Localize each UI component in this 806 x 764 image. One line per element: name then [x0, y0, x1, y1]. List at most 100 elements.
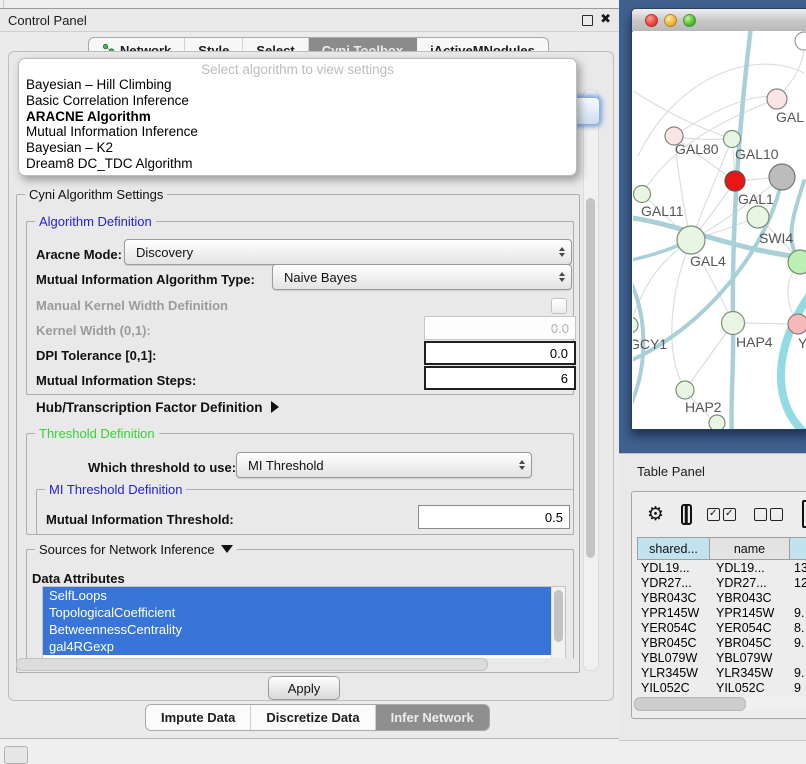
network-edge[interactable] — [672, 240, 691, 390]
table-row[interactable]: YLR345WYLR345W9. — [637, 666, 806, 681]
table-cell[interactable]: 13 — [791, 561, 806, 575]
table-row[interactable]: YBR043CYBR043C — [637, 590, 806, 605]
node-GAL11[interactable] — [634, 186, 651, 203]
network-view-window[interactable]: GALGAL80GAL10GAL1GAL11GAL4SWI4GCY1HAP4YH… — [631, 8, 806, 430]
node-GAL1[interactable] — [747, 206, 769, 228]
dpi-tolerance-field[interactable]: 0.0 — [424, 341, 576, 365]
table-cell[interactable]: 8. — [791, 621, 804, 635]
table-cell[interactable]: YLR345W — [637, 666, 712, 680]
hide-columns-icon[interactable] — [754, 508, 786, 521]
close-traffic-light-icon[interactable] — [645, 14, 658, 27]
algorithm-option[interactable]: Dream8 DC_TDC Algorithm — [19, 156, 576, 172]
table-cell[interactable]: YBR045C — [637, 636, 712, 650]
network-edge[interactable] — [674, 97, 777, 136]
table-cell[interactable]: YPR145W — [712, 606, 791, 620]
table-cell[interactable]: YBR045C — [712, 636, 791, 650]
which-threshold-select[interactable]: MI Threshold — [236, 452, 532, 478]
table-cell[interactable]: YBL079W — [637, 651, 712, 665]
apply-button[interactable]: Apply — [268, 676, 340, 700]
table-cell[interactable]: YPR145W — [637, 606, 712, 620]
attributes-list-scrollbar[interactable] — [551, 587, 565, 659]
data-attributes-list[interactable]: SelfLoopsTopologicalCoefficientBetweenne… — [42, 586, 566, 660]
table-cell[interactable]: YIL052C — [637, 681, 712, 695]
node-HAP2[interactable] — [676, 381, 694, 399]
network-edge[interactable] — [781, 293, 806, 429]
algorithm-popup-items: Bayesian – Hill ClimbingBasic Correlatio… — [19, 77, 576, 172]
table-row[interactable]: YPR145WYPR145W9. — [637, 605, 806, 620]
tab-infer-network[interactable]: Infer Network — [376, 705, 489, 730]
zoom-traffic-light-icon[interactable] — [683, 14, 696, 27]
algorithm-option[interactable]: Bayesian – K2 — [19, 140, 576, 156]
table-row[interactable]: YBR045CYBR045C9. — [637, 635, 806, 650]
settings-horizontal-scrollbar[interactable] — [16, 658, 578, 670]
kernel-width-field[interactable]: 0.0 — [424, 316, 576, 340]
settings-vertical-scrollbar[interactable] — [583, 89, 599, 671]
column-header-partial[interactable] — [790, 538, 806, 560]
algorithm-option[interactable]: Mutual Information Inference — [19, 124, 576, 140]
node-partial-top-right[interactable] — [795, 32, 806, 50]
node-GCY1[interactable] — [633, 317, 638, 333]
node-red[interactable] — [725, 171, 745, 191]
node-gray[interactable] — [769, 164, 795, 190]
table-cell[interactable]: YBR043C — [637, 591, 712, 605]
table-cell[interactable]: YBL079W — [712, 651, 791, 665]
manual-kernel-width-checkbox[interactable] — [551, 298, 567, 314]
column-header-shared-name[interactable]: shared... — [638, 538, 710, 560]
tab-discretize-data[interactable]: Discretize Data — [251, 705, 375, 730]
table-cell[interactable]: YER054C — [637, 621, 712, 635]
table-cell[interactable]: 9 — [791, 681, 801, 695]
node-pink-right[interactable] — [788, 314, 806, 334]
table-row[interactable]: YER054CYER054C8. — [637, 620, 806, 635]
table-cell[interactable]: YDR27... — [637, 576, 712, 590]
column-layout-icon[interactable] — [681, 504, 692, 525]
table-row[interactable]: YDL19...YDL19...13 — [637, 560, 806, 575]
mi-threshold-field[interactable]: 0.5 — [418, 505, 570, 529]
table-cell[interactable]: 9. — [791, 636, 804, 650]
mi-steps-field[interactable]: 6 — [424, 366, 576, 390]
node-HAP4[interactable] — [722, 312, 745, 335]
network-canvas[interactable]: GALGAL80GAL10GAL1GAL11GAL4SWI4GCY1HAP4YH… — [633, 31, 806, 429]
tab-impute-data[interactable]: Impute Data — [146, 705, 251, 730]
bottom-left-button[interactable] — [4, 746, 28, 764]
table-cell[interactable]: YBR043C — [712, 591, 791, 605]
table-row[interactable]: YDR27...YDR27...12 — [637, 575, 806, 590]
table-row[interactable]: YBL079WYBL079W — [637, 651, 806, 666]
table-cell[interactable]: YLR345W — [712, 666, 791, 680]
node-pink-top[interactable] — [767, 89, 787, 109]
attribute-list-item[interactable]: TopologicalCoefficient — [43, 604, 552, 621]
table-cell[interactable]: YER054C — [712, 621, 791, 635]
hub-definition-toggle[interactable]: Hub/Transcription Factor Definition — [36, 400, 279, 415]
table-cell[interactable]: YDL19... — [637, 561, 712, 575]
table-cell[interactable]: 9. — [791, 606, 804, 620]
network-edge[interactable] — [731, 31, 751, 429]
mi-threshold-label: Mutual Information Threshold: — [46, 512, 234, 527]
network-edge[interactable] — [685, 323, 733, 390]
mi-algorithm-type-select[interactable]: Naive Bayes — [272, 264, 572, 290]
table-cell[interactable]: 12 — [791, 576, 806, 590]
algorithm-option[interactable]: Bayesian – Hill Climbing — [19, 77, 576, 93]
algorithm-option[interactable]: Basic Correlation Inference — [19, 93, 576, 109]
minimize-traffic-light-icon[interactable] — [664, 14, 677, 27]
table-cell[interactable]: 9. — [791, 666, 804, 680]
gear-icon[interactable]: ⚙ — [647, 505, 664, 524]
show-columns-icon[interactable]: ✓✓ — [707, 508, 739, 521]
table-cell[interactable]: YDL19... — [712, 561, 791, 575]
sources-group-title[interactable]: Sources for Network Inference — [35, 542, 237, 557]
node-GAL4[interactable] — [677, 226, 705, 254]
attribute-list-item[interactable]: BetweennessCentrality — [43, 621, 552, 638]
node-GAL10[interactable] — [724, 131, 741, 148]
attribute-list-item[interactable]: SelfLoops — [43, 587, 552, 604]
table-cell[interactable]: YIL052C — [712, 681, 791, 695]
node-bottom[interactable] — [709, 415, 725, 429]
aracne-mode-select[interactable]: Discovery — [124, 239, 572, 265]
table-horizontal-scrollbar[interactable] — [634, 697, 806, 710]
table-cell[interactable]: YDR27... — [712, 576, 791, 590]
close-icon[interactable]: ✖ — [600, 11, 611, 27]
node-SWI4[interactable] — [788, 250, 806, 274]
attribute-list-item[interactable]: gal4RGexp — [43, 638, 552, 655]
float-window-icon[interactable] — [582, 15, 593, 26]
function-builder-icon[interactable] — [802, 500, 806, 528]
column-header-name[interactable]: name — [710, 538, 790, 560]
table-row[interactable]: YIL052CYIL052C9 — [637, 681, 806, 696]
algorithm-option[interactable]: ARACNE Algorithm — [19, 109, 576, 125]
